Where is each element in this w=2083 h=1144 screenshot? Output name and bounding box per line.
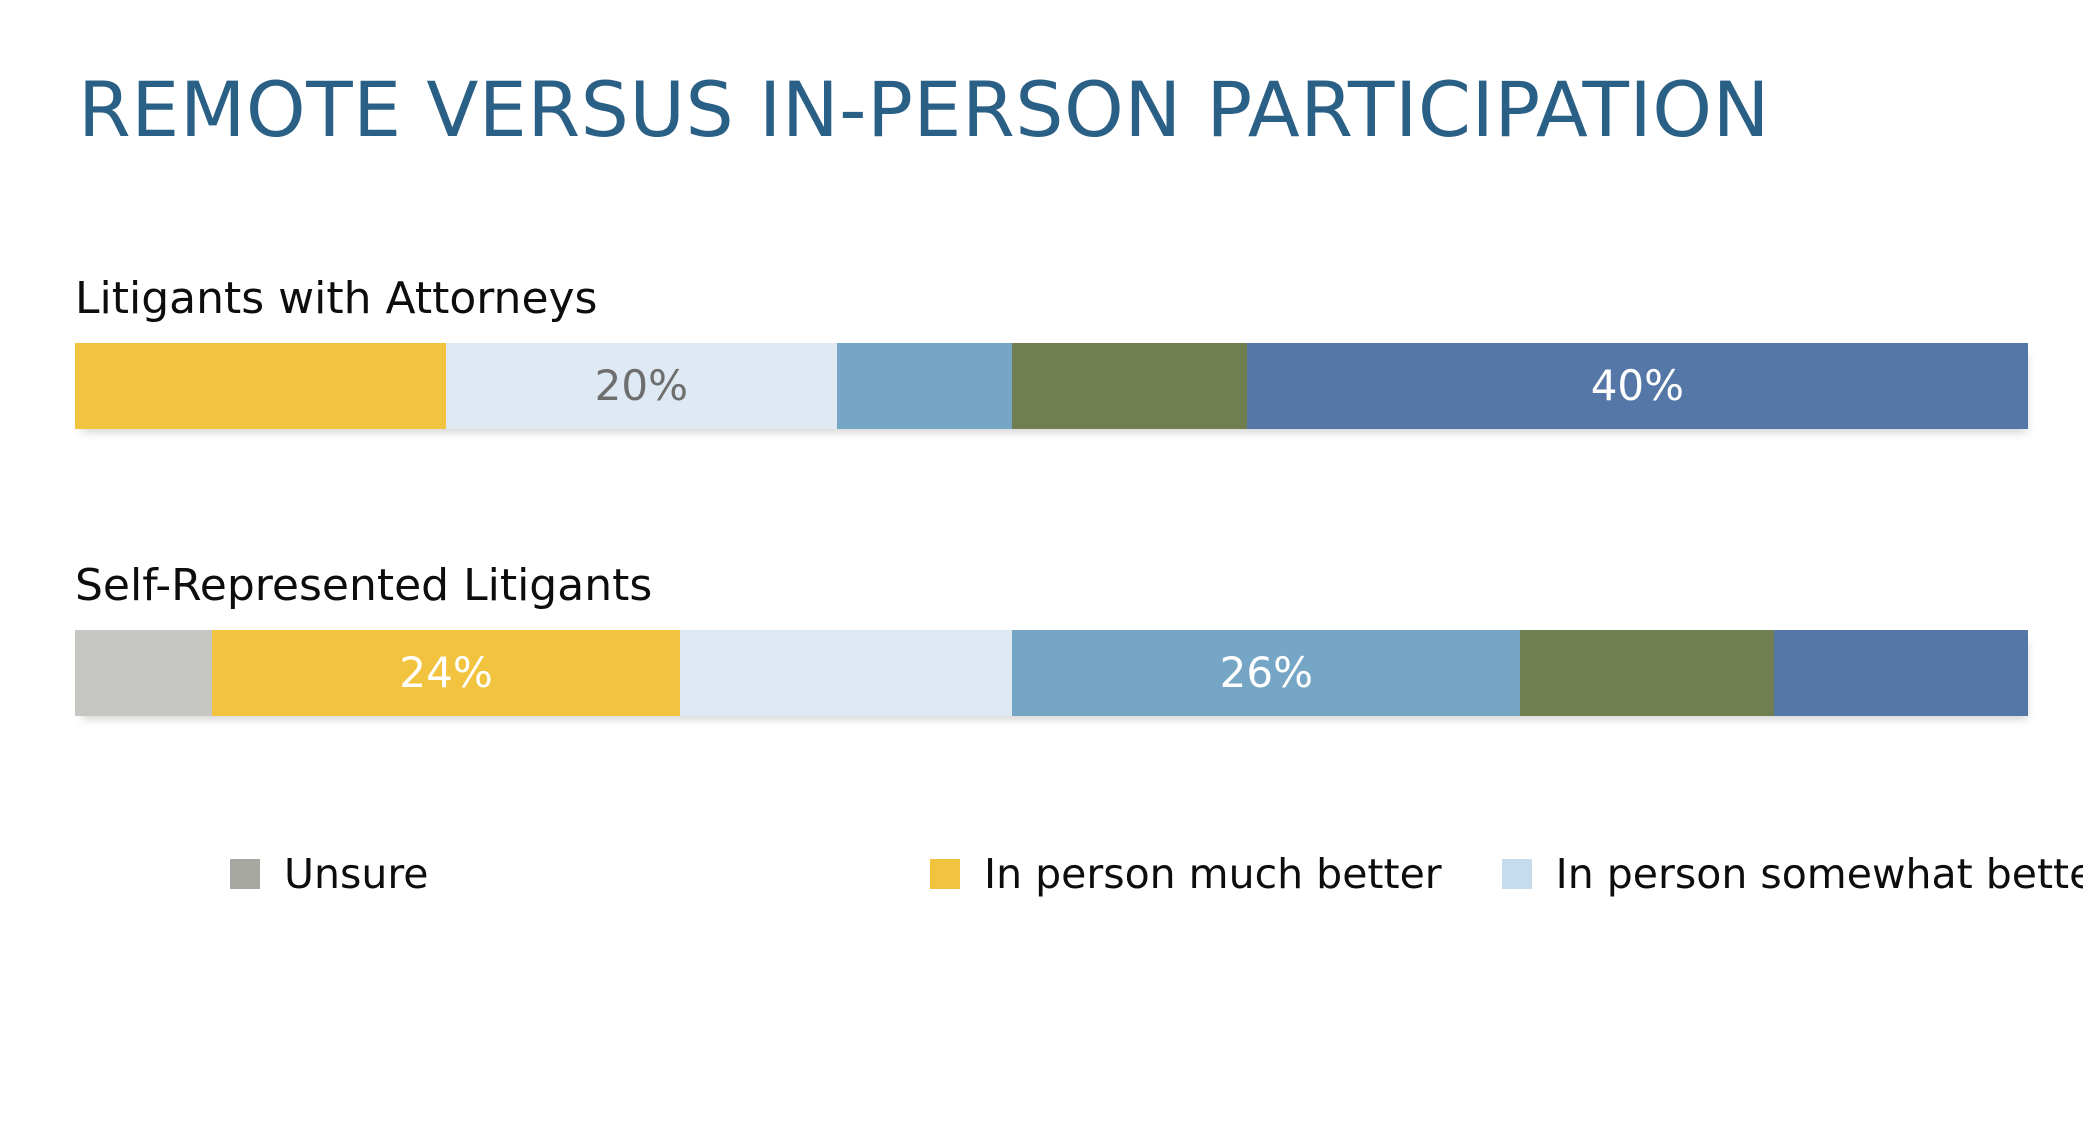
bar-segment <box>75 343 447 429</box>
bar-segment: 20% <box>446 343 837 429</box>
bar-segment: 26% <box>1012 630 1521 716</box>
stacked-bar-track: 20% 40% <box>75 343 2028 429</box>
legend-item[interactable]: In person somewhat better <box>1501 832 2083 916</box>
chart-slide: REMOTE VERSUS IN-PERSON PARTICIPATION Li… <box>0 0 2083 1144</box>
bar-segment-value-label: 24% <box>399 648 493 697</box>
bar-segment-value-label: 40% <box>1590 361 1685 410</box>
bar-segment-value-label: 20% <box>594 361 689 410</box>
bar-group-litigants-with-attorneys: Litigants with Attorneys 20% 40% <box>75 277 2028 429</box>
bar-segment <box>1520 630 1775 716</box>
bar-segment: 24% <box>211 630 681 716</box>
bar-segment <box>1012 343 1247 429</box>
legend-swatch-icon <box>1501 859 1532 889</box>
bar-segment <box>1774 630 2028 716</box>
bar-segment <box>75 630 212 716</box>
legend-swatch-icon <box>230 859 260 889</box>
bar-category-label: Self-Represented Litigants <box>75 560 653 611</box>
bar-segment: 40% <box>1246 343 2028 429</box>
bar-segment-value-label: 26% <box>1219 648 1313 697</box>
legend-item-label: In person much better <box>984 849 1442 898</box>
chart-legend: Unsure In person much better In person som… <box>230 832 2083 916</box>
legend-item-label: Unsure <box>284 849 429 898</box>
bar-group-self-represented-litigants: Self-Represented Litigants 24% 26% <box>75 564 2028 716</box>
legend-swatch-icon <box>930 859 960 889</box>
bar-category-label: Litigants with Attorneys <box>75 273 598 324</box>
bar-segment <box>680 630 1013 716</box>
stacked-bar-track: 24% 26% <box>75 630 2028 716</box>
legend-item[interactable]: In person much better <box>930 832 1442 916</box>
bar-segment <box>836 343 1013 429</box>
legend-item-label: In person somewhat better <box>1555 849 2083 898</box>
legend-item[interactable]: Unsure <box>230 832 870 916</box>
page-title: REMOTE VERSUS IN-PERSON PARTICIPATION <box>78 65 1770 154</box>
